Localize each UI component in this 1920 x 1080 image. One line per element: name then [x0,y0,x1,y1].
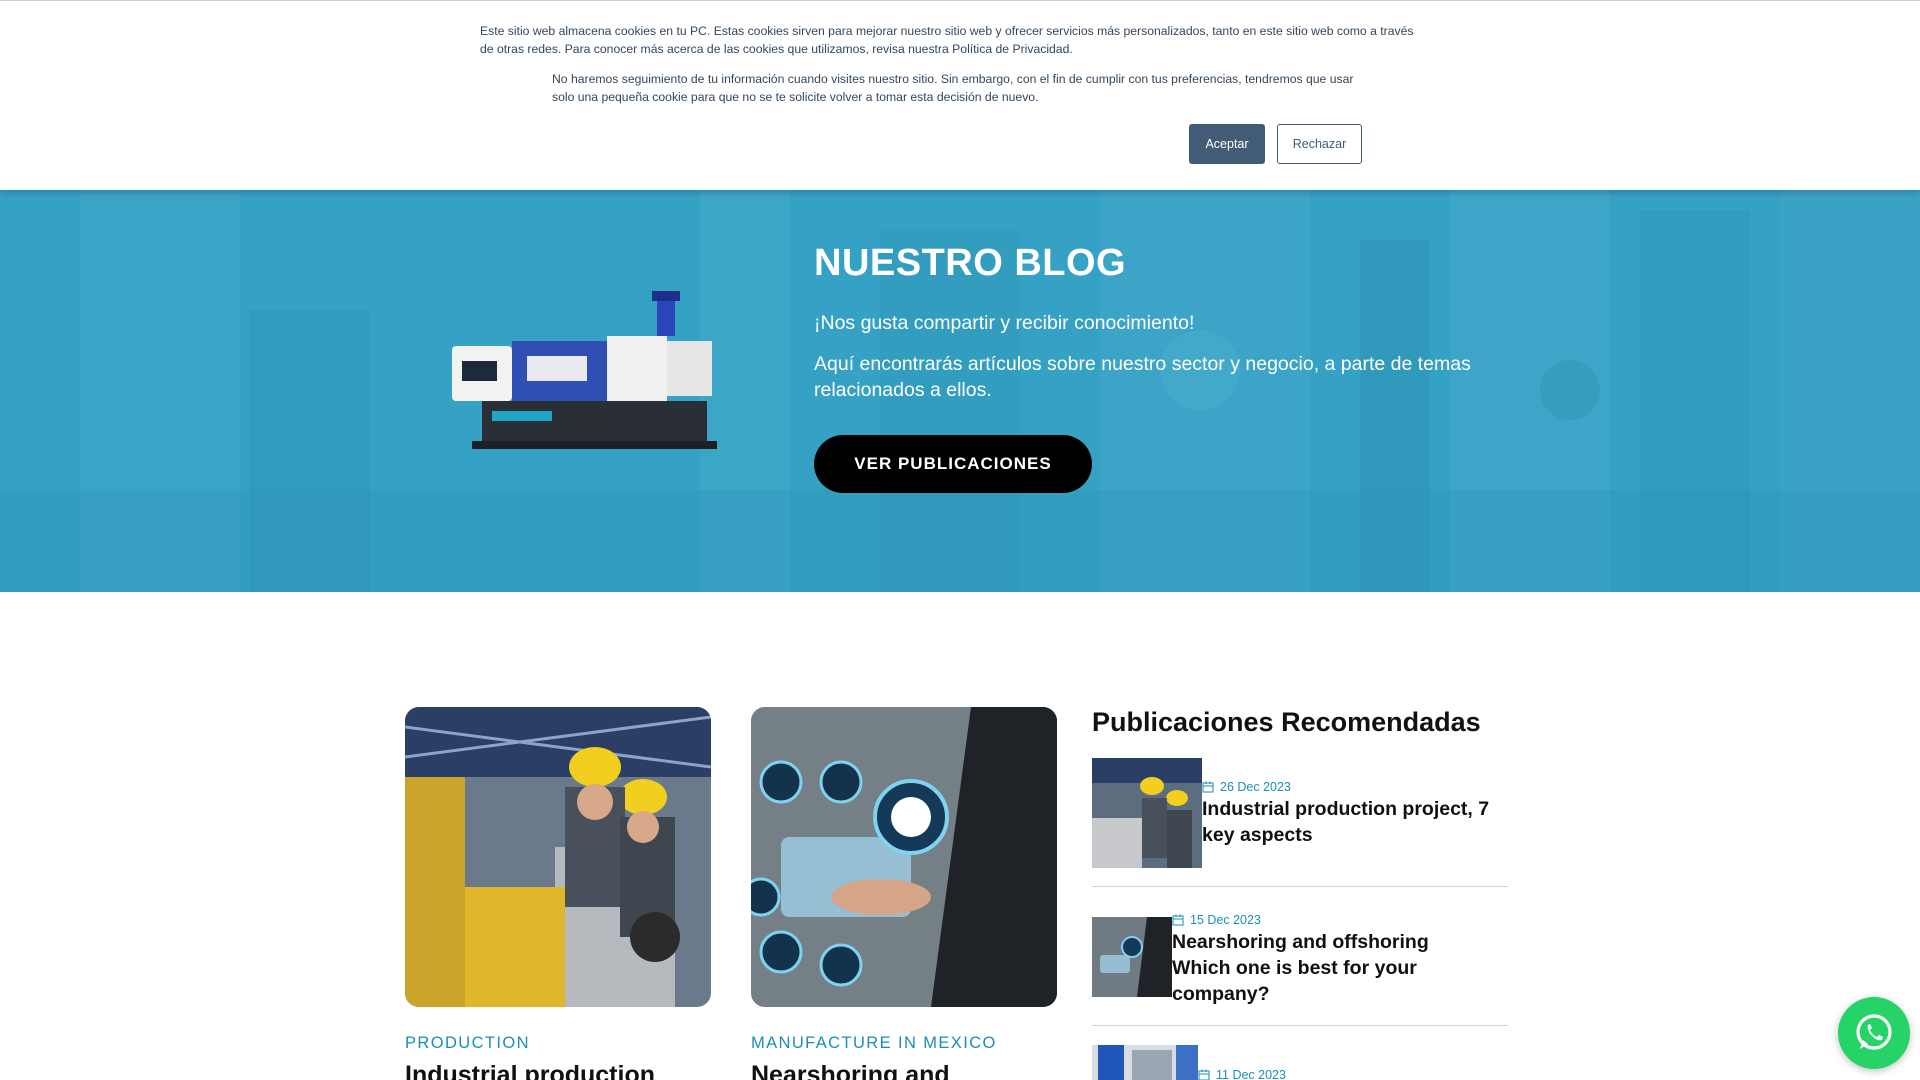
accept-cookies-button[interactable]: Aceptar [1189,124,1265,164]
hero-description: Aquí encontrarás artículos sobre nuestro… [814,353,1471,401]
hero-title: NUESTRO BLOG [814,242,1127,284]
whatsapp-icon [1856,1014,1892,1050]
recommended-post-item[interactable]: 15 Dec 2023 Nearshoring and offshoring W… [1092,913,1508,1005]
post-image[interactable] [405,707,711,1007]
injection-machine-image [452,291,717,449]
whatsapp-chat-button[interactable] [1838,997,1910,1069]
recommended-post-item[interactable]: 26 Dec 2023 Industrial production projec… [1092,758,1508,868]
recommended-posts-title: Publicaciones Recomendadas [1092,707,1481,737]
recommended-post-date: 26 Dec 2023 [1202,780,1291,794]
recommended-post-title[interactable]: Nearshoring and offshoring Which one is … [1172,929,1472,1007]
divider [1092,1025,1508,1026]
recommended-post-thumbnail[interactable] [1092,758,1202,868]
post-category[interactable]: MANUFACTURE IN MEXICO [751,1034,997,1053]
post-category[interactable]: PRODUCTION [405,1034,530,1053]
hero-subtitle: ¡Nos gusta compartir y recibir conocimie… [814,312,1195,334]
date-text: 15 Dec 2023 [1190,913,1261,927]
calendar-icon [1198,1069,1210,1080]
divider [1092,886,1508,887]
date-text: 26 Dec 2023 [1220,780,1291,794]
post-card[interactable]: MANUFACTURE IN MEXICO Nearshoring and [751,707,1057,1080]
recommended-post-date: 11 Dec 2023 [1198,1068,1286,1080]
blog-hero: NUESTRO BLOG ¡Nos gusta compartir y reci… [0,190,1920,592]
reject-cookies-button[interactable]: Rechazar [1277,124,1362,164]
post-card[interactable]: PRODUCTION Industrial production [405,707,711,1080]
cookie-text-primary: Este sitio web almacena cookies en tu PC… [480,24,1414,56]
recommended-post-thumbnail[interactable] [1092,1045,1198,1080]
post-title[interactable]: Nearshoring and [751,1061,950,1080]
calendar-icon [1172,914,1184,926]
recommended-post-item[interactable]: 11 Dec 2023 [1092,1045,1508,1080]
cookie-banner: Este sitio web almacena cookies en tu PC… [0,0,1920,190]
date-text: 11 Dec 2023 [1216,1068,1286,1080]
recommended-post-thumbnail[interactable] [1092,917,1172,997]
post-image[interactable] [751,707,1057,1007]
recommended-post-date: 15 Dec 2023 [1172,913,1261,927]
recommended-post-title[interactable]: Industrial production project, 7 key asp… [1202,796,1508,848]
cookie-text-secondary: No haremos seguimiento de tu información… [552,72,1354,104]
view-posts-button[interactable]: VER PUBLICACIONES [814,435,1092,493]
calendar-icon [1202,781,1214,793]
post-title[interactable]: Industrial production [405,1061,655,1080]
